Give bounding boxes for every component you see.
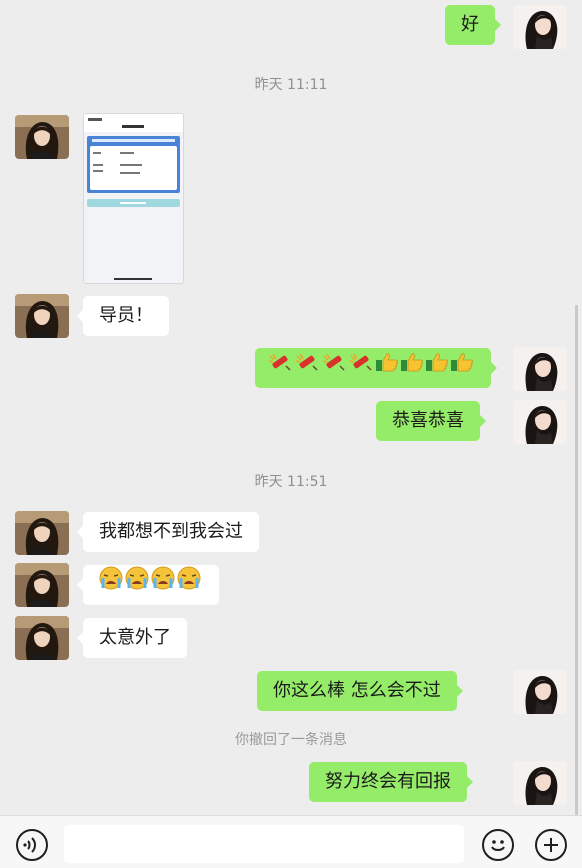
image-message[interactable] (83, 113, 184, 284)
emoji-button[interactable] (482, 829, 514, 861)
chat-input-bar (0, 815, 582, 868)
contact-avatar[interactable] (15, 563, 69, 607)
timestamp: 昨天 11:11 (254, 77, 328, 93)
message-bubble-out[interactable] (255, 348, 497, 388)
thumbs-up-icon (450, 348, 475, 388)
contact-avatar[interactable] (15, 511, 69, 555)
message-input[interactable] (64, 825, 464, 863)
crying-face-icon (124, 565, 150, 605)
firecracker-icon (267, 348, 294, 388)
message-bubble-in[interactable]: 导员！ (77, 296, 169, 336)
firecracker-icon (321, 348, 348, 388)
crying-face-icon (150, 565, 176, 605)
message-bubble-out[interactable]: 你这么棒 怎么会不过 (257, 671, 463, 711)
contact-avatar[interactable] (15, 115, 69, 159)
contact-avatar[interactable] (15, 616, 69, 660)
message-bubble-in[interactable]: 太意外了 (77, 618, 187, 658)
message-bubble-in[interactable]: 我都想不到我会过 (77, 512, 259, 552)
recall-notice: 你撤回了一条消息 (235, 732, 347, 748)
firecracker-icon (294, 348, 321, 388)
message-bubble-out[interactable]: 努力终会有回报 (309, 762, 473, 802)
more-button[interactable] (535, 829, 567, 861)
message-bubble-out[interactable]: 好 (445, 5, 501, 45)
crying-face-icon (98, 565, 124, 605)
voice-button[interactable] (16, 829, 48, 861)
thumbs-up-icon (375, 348, 400, 388)
timestamp: 昨天 11:51 (254, 474, 328, 490)
my-avatar[interactable] (513, 5, 567, 49)
my-avatar[interactable] (513, 670, 567, 714)
my-avatar[interactable] (513, 400, 567, 444)
thumbs-up-icon (400, 348, 425, 388)
message-bubble-out[interactable]: 恭喜恭喜 (376, 401, 486, 441)
my-avatar[interactable] (513, 347, 567, 391)
firecracker-icon (348, 348, 375, 388)
crying-face-icon (176, 565, 202, 605)
chat-screen: 好 昨天 11:11 导员！ 恭喜恭喜 昨天 11:51 我都想不到我会过 太意… (0, 0, 582, 868)
my-avatar[interactable] (513, 761, 567, 805)
thumbs-up-icon (425, 348, 450, 388)
contact-avatar[interactable] (15, 294, 69, 338)
plus-icon (544, 838, 558, 852)
voice-icon (23, 837, 36, 853)
message-bubble-in[interactable] (77, 565, 219, 605)
smiley-icon (491, 840, 505, 851)
